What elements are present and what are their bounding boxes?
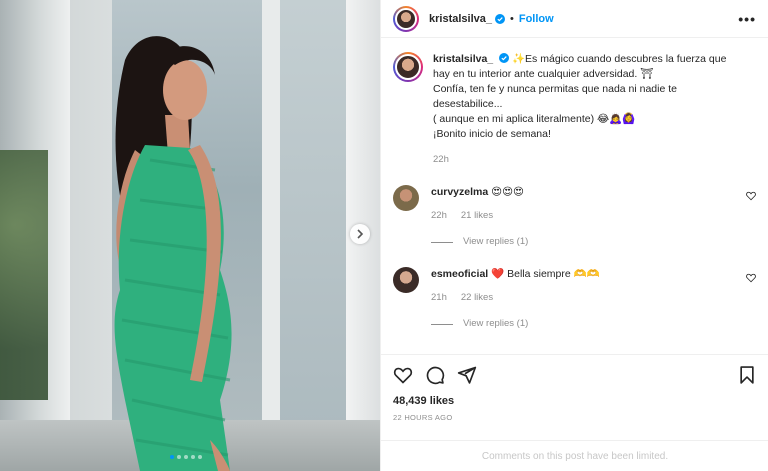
caption-text-2: Confía, ten fe y nunca permitas que nada… [433, 83, 677, 110]
carousel-next-button[interactable] [350, 224, 370, 244]
carousel-indicator [170, 455, 202, 459]
caption-author-avatar[interactable] [393, 52, 423, 82]
more-options-icon[interactable]: ••• [738, 11, 756, 27]
comment-text: ❤️ Bella siempre 🫶🫶 [491, 268, 600, 280]
comments-limited-notice: Comments on this post have been limited. [381, 440, 768, 471]
carousel-dot-active [170, 455, 174, 459]
caption-text-4: ¡Bonito inicio de semana! [433, 128, 551, 140]
caption-body: kristalsilva_ ✨Es mágico cuando descubre… [433, 52, 733, 167]
comments-section: kristalsilva_ ✨Es mágico cuando descubre… [381, 38, 768, 353]
post-actions: 48,439 likes 22 HOURS AGO [381, 354, 768, 422]
action-icons-row [393, 365, 757, 385]
save-bookmark-icon[interactable] [737, 365, 757, 385]
commenter-avatar[interactable] [393, 267, 419, 293]
post-side-panel: kristalsilva_ • Follow ••• kristalsilva_… [380, 0, 768, 471]
instagram-post-view: kristalsilva_ • Follow ••• kristalsilva_… [0, 0, 768, 471]
view-replies-button[interactable]: View replies (1) [431, 317, 731, 331]
caption-timestamp[interactable]: 22h [433, 152, 733, 167]
comment-like-heart-icon[interactable] [746, 273, 756, 283]
comment-time[interactable]: 22h [431, 209, 447, 223]
caption-line-1: kristalsilva_ ✨Es mágico cuando descubre… [433, 52, 733, 82]
author-avatar[interactable] [393, 5, 419, 32]
chevron-right-icon [357, 229, 364, 239]
likes-count[interactable]: 48,439 likes [393, 395, 757, 407]
comment-body: curvyzelma 😍😍😍 22h 21 likes View replies… [431, 185, 731, 249]
comment-meta: 22h 21 likes [431, 209, 731, 223]
comment-username[interactable]: esmeoficial [431, 268, 488, 280]
carousel-dot [198, 455, 202, 459]
follow-button[interactable]: Follow [519, 13, 554, 25]
view-replies-label: View replies (1) [463, 318, 529, 329]
carousel-dot [191, 455, 195, 459]
comment-bubble-icon[interactable] [425, 365, 445, 385]
replies-divider [431, 323, 453, 325]
woman-in-green-dress [114, 36, 232, 471]
comment-username[interactable]: curvyzelma [431, 186, 488, 198]
verified-badge-icon [499, 53, 510, 63]
comment-time[interactable]: 21h [431, 291, 447, 305]
comment-body: esmeoficial ❤️ Bella siempre 🫶🫶 21h 22 l… [431, 267, 731, 331]
author-username[interactable]: kristalsilva_ [429, 13, 492, 25]
comment-like-heart-icon[interactable] [746, 191, 756, 201]
comment-text: 😍😍😍 [491, 186, 524, 198]
carousel-dot [177, 455, 181, 459]
comment-likes[interactable]: 22 likes [461, 291, 493, 305]
like-heart-icon[interactable] [393, 365, 413, 385]
comment-meta: 21h 22 likes [431, 291, 731, 305]
share-send-icon[interactable] [457, 365, 477, 385]
caption-username[interactable]: kristalsilva_ [433, 53, 493, 65]
background-window-frame [262, 0, 280, 471]
carousel-dot [184, 455, 188, 459]
header-separator: • [510, 12, 514, 25]
replies-divider [431, 241, 453, 243]
post-header: kristalsilva_ • Follow ••• [381, 0, 768, 38]
commenter-avatar[interactable] [393, 185, 419, 211]
verified-badge-icon [495, 13, 505, 24]
post-photo[interactable] [0, 0, 380, 471]
view-replies-label: View replies (1) [463, 236, 529, 247]
post-caption: kristalsilva_ ✨Es mágico cuando descubre… [393, 52, 756, 167]
comment-likes[interactable]: 21 likes [461, 209, 493, 223]
background-plants [0, 150, 48, 400]
background-window-right [280, 0, 350, 471]
post-timestamp[interactable]: 22 HOURS AGO [393, 413, 757, 422]
caption-text-3: ( aunque en mi aplica literalmente) 😂🙇‍♀… [433, 113, 636, 125]
comment-item: curvyzelma 😍😍😍 22h 21 likes View replies… [393, 185, 756, 249]
view-replies-button[interactable]: View replies (1) [431, 235, 731, 249]
comment-item: esmeoficial ❤️ Bella siempre 🫶🫶 21h 22 l… [393, 267, 756, 331]
